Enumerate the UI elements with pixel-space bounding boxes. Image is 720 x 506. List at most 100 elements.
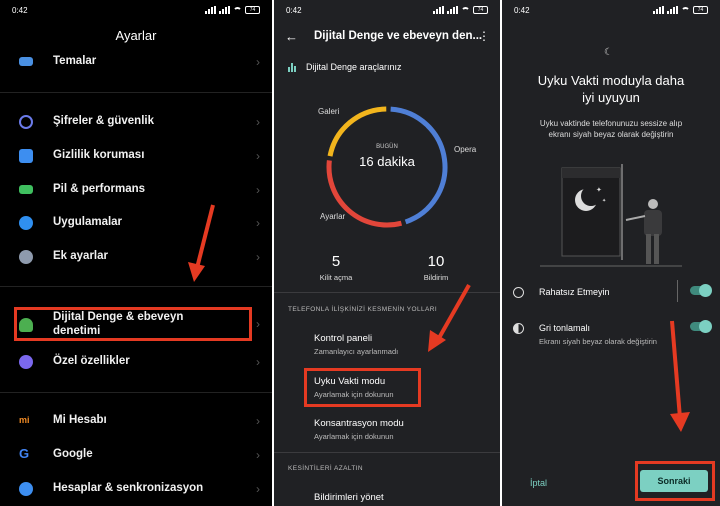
item-subtitle: Zamanlayıcı ayarlanmadı — [314, 347, 399, 356]
google-icon: G — [19, 446, 30, 461]
svg-text:✦: ✦ — [602, 198, 606, 204]
signal-icon — [433, 6, 444, 14]
notifications-value: 10 — [427, 253, 445, 270]
digital-wellbeing-screen: 0:42 74 ← Dijital Denge ve ebeveyn den..… — [274, 0, 500, 506]
dashboard-item[interactable]: Kontrol paneli Zamanlayıcı ayarlanmadı — [314, 333, 398, 356]
settings-item-label: Pil & performans — [53, 183, 146, 195]
ring-label-ayarlar: Ayarlar — [320, 212, 346, 221]
highlight-box — [304, 368, 421, 407]
bedtime-moon-icon: ☾ — [604, 47, 613, 58]
highlight-box — [14, 307, 252, 341]
themes-icon — [19, 57, 33, 66]
dots-icon — [19, 250, 33, 264]
signal-icon — [653, 6, 664, 14]
chevron-right-icon: › — [256, 482, 260, 496]
chevron-right-icon: › — [256, 317, 260, 331]
settings-item-label: Özel özellikler — [53, 355, 130, 367]
focus-mode-item[interactable]: Konsantrasyon modu Ayarlamak için dokunu… — [314, 418, 404, 441]
wifi-icon — [233, 6, 242, 14]
chevron-right-icon: › — [256, 448, 260, 462]
grayscale-icon — [513, 323, 524, 334]
wifi-icon — [461, 6, 470, 14]
chevron-right-icon: › — [256, 216, 260, 230]
next-button[interactable]: Sonraki — [640, 470, 708, 492]
settings-item-accounts-sync[interactable]: Hesaplar & senkronizasyon › — [0, 474, 272, 504]
status-time: 0:42 — [12, 6, 28, 15]
section-header: TELEFONLA İLİŞKİNİZİ KESMENİN YOLLARI — [288, 306, 438, 313]
fingerprint-icon — [19, 115, 33, 129]
settings-item-label: Temalar — [53, 55, 97, 67]
privacy-icon — [19, 149, 33, 163]
notifications-label: Bildirim — [423, 273, 449, 282]
dnd-icon — [513, 287, 524, 298]
item-title: Konsantrasyon modu — [314, 418, 404, 429]
special-features-icon — [19, 355, 33, 369]
bedtime-mode-screen: 0:42 74 ☾ Uyku Vakti moduyla daha iyi uyu… — [502, 0, 720, 506]
dnd-label: Rahatsız Etmeyin — [539, 287, 610, 297]
settings-item-privacy[interactable]: Gizlilik koruması › — [0, 141, 272, 171]
chevron-right-icon: › — [256, 414, 260, 428]
settings-item-label: Şifreler & güvenlik — [53, 115, 154, 127]
account-icon — [19, 482, 33, 496]
today-label: BUGÜN — [376, 144, 398, 150]
battery-level: 74 — [473, 6, 488, 14]
back-arrow-icon[interactable]: ← — [285, 29, 298, 44]
unlocks-value: 5 — [331, 253, 341, 270]
page-heading: Uyku Vakti moduyla daha iyi uyuyun — [537, 73, 685, 105]
grayscale-label: Gri tonlamalı — [539, 323, 591, 333]
page-title: Dijital Denge ve ebeveyn den... — [314, 30, 483, 42]
battery-level: 74 — [693, 6, 708, 14]
settings-item-passwords-security[interactable]: Şifreler & güvenlik › — [0, 107, 272, 137]
status-bar: 0:42 74 — [502, 6, 720, 18]
section-header: KESİNTİLERİ AZALTIN — [288, 465, 364, 472]
manage-notifications-item[interactable]: Bildirimleri yönet — [314, 492, 384, 503]
signal-icon-2 — [447, 6, 458, 14]
settings-screen: 0:42 74 Ayarlar Temalar › Şifreler & güv… — [0, 0, 272, 506]
battery-icon — [19, 185, 33, 194]
chevron-right-icon: › — [256, 355, 260, 369]
settings-item-label: Hesaplar & senkronizasyon — [53, 482, 204, 494]
grayscale-switch[interactable] — [690, 320, 712, 333]
arrow-annotation — [670, 320, 690, 432]
page-description: Uyku vaktinde telefonunuzu sessize alıp e… — [539, 119, 683, 139]
settings-item-themes[interactable]: Temalar › — [0, 47, 272, 77]
more-vert-icon[interactable]: ⋮ — [478, 29, 490, 43]
settings-item-additional[interactable]: Ek ayarlar › — [0, 242, 272, 272]
bar-chart-icon — [288, 62, 296, 72]
notifications-stat[interactable]: 10 Bildirim — [414, 253, 458, 282]
settings-item-special-features[interactable]: Özel özellikler › — [0, 347, 272, 377]
signal-icon-2 — [219, 6, 230, 14]
item-title: Kontrol paneli — [314, 333, 373, 344]
page-title: Ayarlar — [115, 28, 157, 43]
tools-header: Dijital Denge araçlarınız — [288, 62, 402, 72]
total-time: 16 dakika — [359, 154, 415, 169]
settings-item-battery[interactable]: Pil & performans › — [0, 175, 272, 205]
tools-label: Dijital Denge araçlarınız — [306, 62, 402, 72]
svg-text:✦: ✦ — [596, 186, 602, 194]
bedtime-illustration: ✦ ✦ — [540, 164, 682, 267]
settings-item-label: Mi Hesabı — [53, 414, 107, 426]
mi-icon: mi — [19, 415, 30, 425]
chevron-right-icon: › — [256, 55, 260, 69]
item-subtitle: Ayarlamak için dokunun — [314, 432, 394, 441]
settings-item-label: Ek ayarlar — [53, 250, 108, 262]
ring-label-galeri: Galeri — [318, 107, 340, 116]
chevron-right-icon: › — [256, 183, 260, 197]
settings-item-label: Gizlilik koruması — [53, 149, 145, 161]
chevron-right-icon: › — [256, 149, 260, 163]
unlocks-label: Kilit açma — [319, 273, 353, 282]
gear-icon — [19, 216, 33, 230]
grayscale-subtitle: Ekranı siyah beyaz olarak değiştirin — [539, 337, 657, 346]
settings-item-google[interactable]: G Google › — [0, 440, 272, 470]
settings-item-apps[interactable]: Uygulamalar › — [0, 208, 272, 238]
dnd-switch[interactable] — [690, 284, 712, 297]
ring-label-opera: Opera — [454, 145, 477, 154]
chevron-right-icon: › — [256, 115, 260, 129]
status-time: 0:42 — [514, 6, 530, 15]
cancel-button[interactable]: İptal — [530, 478, 547, 488]
unlocks-stat[interactable]: 5 Kilit açma — [314, 253, 358, 282]
wifi-icon — [681, 6, 690, 14]
status-bar: 0:42 74 — [0, 6, 272, 18]
settings-item-mi-account[interactable]: mi Mi Hesabı › — [0, 406, 272, 436]
signal-icon — [205, 6, 216, 14]
